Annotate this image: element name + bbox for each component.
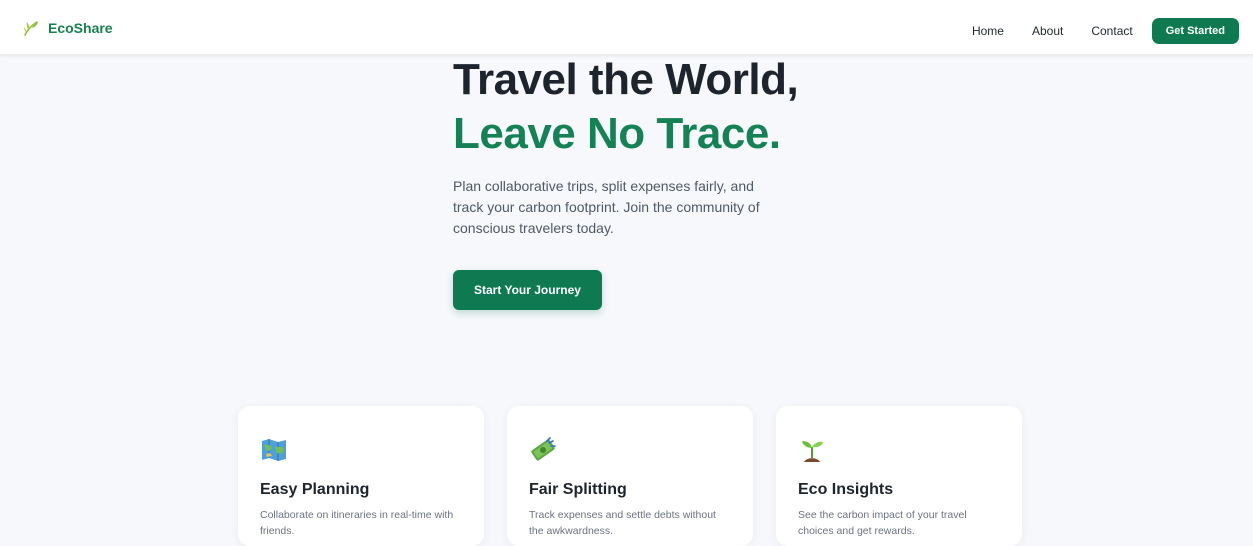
feature-description: Collaborate on itineraries in real-time … <box>260 509 454 537</box>
hero-subtitle: Plan collaborative trips, split expenses… <box>453 178 760 236</box>
map-icon <box>262 439 286 461</box>
feature-card-fair-splitting: Fair Splitting Track expenses and settle… <box>507 406 753 546</box>
seedling-icon <box>802 441 823 462</box>
hero-title-line-1: Travel the World, <box>453 55 799 104</box>
hero-section: Travel the World, Leave No Trace. Plan c… <box>453 56 873 310</box>
feature-title: Eco Insights <box>798 481 894 498</box>
feature-card-eco-insights: Eco Insights See the carbon impact of yo… <box>776 406 1022 546</box>
feature-title: Easy Planning <box>260 481 370 498</box>
money-icon <box>531 437 556 461</box>
leaf-icon <box>24 21 38 36</box>
hero-title: Travel the World, Leave No Trace. <box>453 56 873 158</box>
top-navbar: EcoShare Home About Contact Get Started <box>0 0 1253 55</box>
brand-logo-link[interactable]: EcoShare <box>22 19 113 37</box>
feature-card-easy-planning: Easy Planning Collaborate on itineraries… <box>238 406 484 546</box>
feature-description: Track expenses and settle debts without … <box>529 509 716 537</box>
nav-links: Home About Contact Get Started <box>972 18 1239 44</box>
get-started-button[interactable]: Get Started <box>1151 18 1239 44</box>
nav-link-home[interactable]: Home <box>972 18 1004 44</box>
start-journey-button[interactable]: Start Your Journey <box>453 270 602 310</box>
nav-link-contact[interactable]: Contact <box>1091 18 1132 44</box>
brand-name: EcoShare <box>48 20 113 36</box>
nav-link-about[interactable]: About <box>1032 18 1063 44</box>
feature-description: See the carbon impact of your travel cho… <box>798 509 967 537</box>
hero-title-line-2: Leave No Trace. <box>453 109 781 158</box>
feature-title: Fair Splitting <box>529 481 627 498</box>
